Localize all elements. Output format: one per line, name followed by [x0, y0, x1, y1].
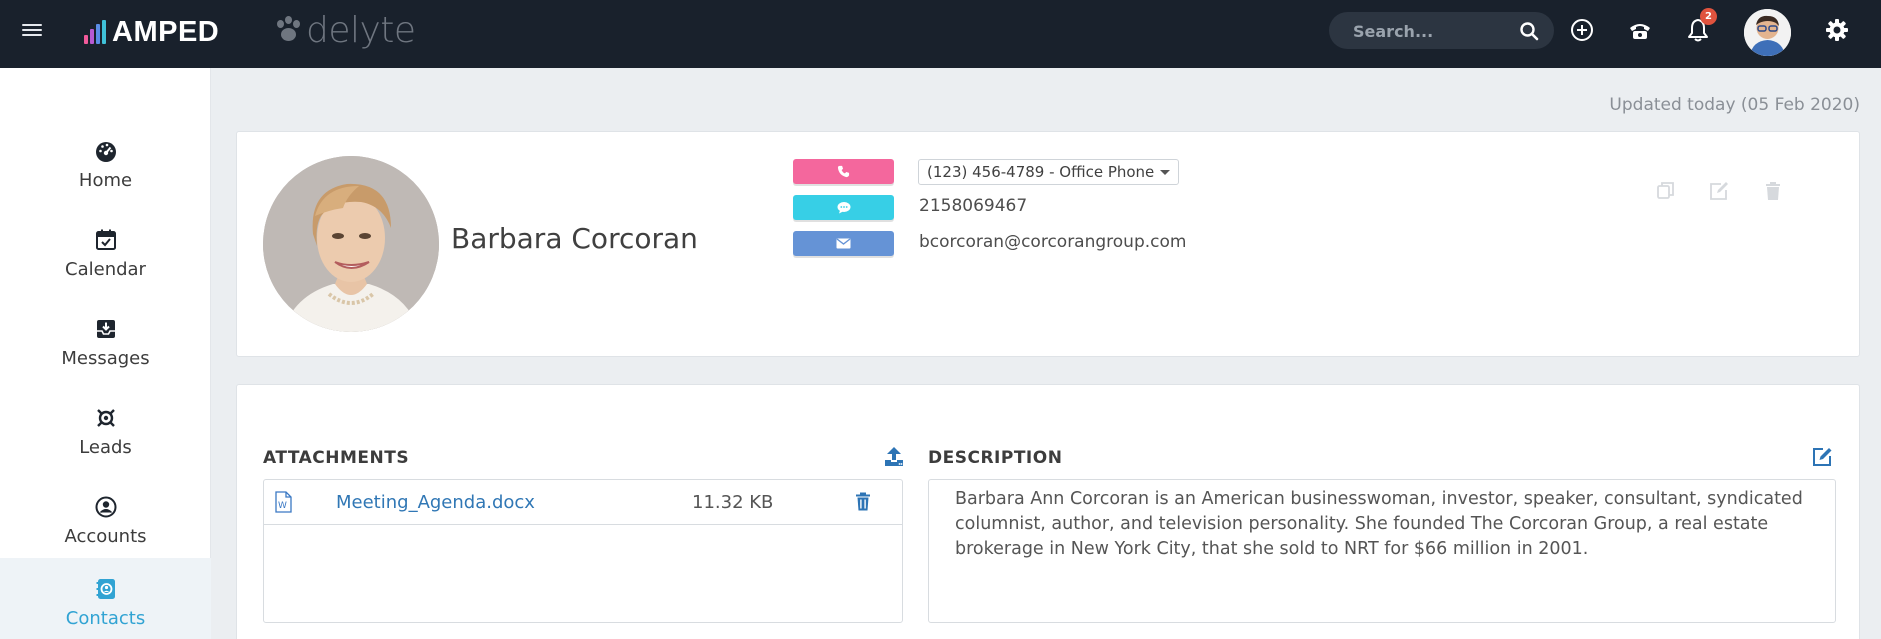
contact-card: Barbara Corcoran (123) 456-4789 - Office…	[236, 131, 1860, 357]
paw-icon	[275, 16, 303, 44]
sidebar: Home Calendar Messages Leads Accounts Co…	[0, 68, 211, 639]
updated-timestamp: Updated today (05 Feb 2020)	[1609, 95, 1860, 115]
envelope-icon	[836, 238, 851, 249]
contacts-icon	[93, 576, 119, 602]
edit-icon[interactable]	[1708, 180, 1730, 202]
phone-select-value: (123) 456-4789 - Office Phone	[927, 163, 1155, 181]
description-text: Barbara Ann Corcoran is an American busi…	[928, 479, 1836, 623]
search-input[interactable]	[1353, 20, 1513, 42]
contact-photo	[263, 156, 439, 332]
sms-number: 2158069467	[919, 196, 1028, 216]
upload-icon[interactable]	[883, 446, 905, 468]
delyte-brand-name: delyte	[306, 9, 416, 51]
email-button[interactable]	[793, 231, 894, 256]
attachments-list: W Meeting_Agenda.docx 11.32 KB	[263, 479, 903, 623]
chat-icon	[837, 202, 850, 214]
sidebar-item-messages[interactable]: Messages	[0, 298, 211, 386]
contact-avatar	[263, 156, 439, 332]
top-bar: AMPED delyte 2	[0, 0, 1881, 68]
phone-icon	[837, 165, 850, 178]
sidebar-item-leads[interactable]: Leads	[0, 387, 211, 475]
details-card: ATTACHMENTS DESCRIPTION W Meeting_Agenda…	[236, 384, 1860, 639]
attachment-row[interactable]: W Meeting_Agenda.docx 11.32 KB	[264, 480, 902, 525]
sidebar-item-label: Messages	[61, 347, 150, 369]
attachments-title: ATTACHMENTS	[263, 448, 410, 468]
attachment-file-name[interactable]: Meeting_Agenda.docx	[336, 492, 535, 513]
sidebar-item-contacts[interactable]: Contacts	[0, 558, 211, 639]
sidebar-item-label: Contacts	[65, 607, 146, 629]
user-avatar[interactable]	[1744, 9, 1791, 56]
email-address: bcorcoran@corcorangroup.com	[919, 232, 1187, 252]
inbox-icon	[93, 316, 119, 342]
sidebar-item-label: Calendar	[65, 258, 146, 280]
brand-name: AMPED	[112, 15, 220, 48]
contact-name: Barbara Corcoran	[451, 222, 698, 255]
svg-text:W: W	[278, 501, 287, 511]
phone-icon[interactable]	[1627, 17, 1653, 43]
caret-down-icon	[1160, 169, 1171, 175]
sidebar-item-accounts[interactable]: Accounts	[0, 476, 211, 564]
notification-badge: 2	[1700, 8, 1717, 25]
delete-icon[interactable]	[1762, 180, 1784, 202]
sidebar-item-label: Accounts	[64, 525, 147, 547]
sidebar-item-home[interactable]: Home	[0, 120, 211, 208]
delyte-logo[interactable]: delyte	[275, 8, 416, 52]
sidebar-item-label: Leads	[79, 436, 132, 458]
sidebar-item-label: Home	[78, 169, 133, 191]
search-box	[1329, 12, 1554, 49]
search-icon[interactable]	[1519, 21, 1539, 41]
dashboard-icon	[93, 138, 119, 164]
amped-logo[interactable]: AMPED	[84, 14, 219, 50]
description-title: DESCRIPTION	[928, 448, 1063, 468]
word-file-icon: W	[275, 491, 292, 513]
phone-number-select[interactable]: (123) 456-4789 - Office Phone	[918, 159, 1180, 185]
sidebar-item-calendar[interactable]: Calendar	[0, 209, 211, 297]
edit-icon[interactable]	[1811, 446, 1833, 468]
call-button[interactable]	[793, 159, 894, 184]
account-icon	[93, 494, 119, 520]
sms-button[interactable]	[793, 195, 894, 220]
calendar-icon	[93, 227, 119, 253]
leads-icon	[93, 405, 119, 431]
trash-icon[interactable]	[855, 492, 871, 511]
logo-bars-icon	[84, 20, 108, 44]
menu-icon[interactable]	[22, 21, 42, 39]
settings-icon[interactable]	[1824, 17, 1850, 43]
copy-icon[interactable]	[1655, 180, 1677, 202]
add-circle-icon[interactable]	[1569, 17, 1595, 43]
attachment-file-size: 11.32 KB	[692, 492, 774, 513]
user-avatar-image	[1744, 9, 1791, 56]
